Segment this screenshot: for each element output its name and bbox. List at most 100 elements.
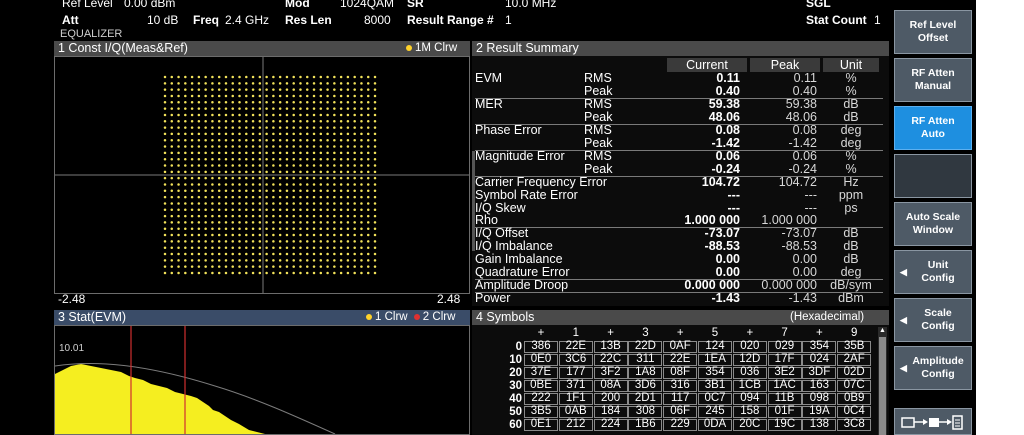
constellation-point	[306, 227, 309, 230]
constellation-point	[177, 157, 180, 161]
const-panel-title-bar[interactable]: 1 Const I/Q(Meas&Ref) 1M Clrw	[54, 41, 470, 56]
constellation-point	[204, 221, 207, 224]
constellation-point	[217, 176, 221, 180]
constellation-point	[366, 202, 370, 205]
constellation-point	[238, 126, 241, 129]
ref-level-offset-label: Ref Level Offset	[909, 19, 957, 44]
constellation-diagram[interactable]	[54, 56, 470, 294]
constellation-point	[360, 113, 363, 117]
constellation-point	[197, 107, 201, 110]
result-panel-title-bar[interactable]: 2 Result Summary	[472, 41, 889, 56]
result-unit: %	[845, 148, 857, 163]
constellation-point	[170, 164, 174, 167]
constellation-point	[333, 88, 336, 91]
ref-level-offset-softkey[interactable]: Ref Level Offset	[894, 10, 972, 54]
result-unit: ppm	[838, 187, 864, 202]
constellation-point	[217, 259, 221, 262]
constellation-point	[163, 227, 167, 230]
constellation-point	[299, 208, 302, 212]
constellation-point	[306, 138, 309, 142]
result-unit: dB	[843, 96, 859, 111]
constellation-point	[306, 170, 309, 174]
constellation-point	[258, 145, 262, 148]
constellation-point	[245, 88, 248, 91]
constellation-point	[184, 183, 187, 186]
constellation-point	[339, 195, 343, 199]
constellation-point	[190, 132, 194, 136]
constellation-point	[217, 189, 221, 193]
rf-atten-manual-softkey[interactable]: RF Atten Manual	[894, 58, 972, 102]
stat-panel-title-bar[interactable]: 3 Stat(EVM) 1 Clrw 2 Clrw	[54, 310, 470, 325]
constellation-point	[319, 120, 323, 123]
constellation-point	[197, 94, 201, 98]
constellation-point	[285, 157, 289, 161]
constellation-point	[190, 170, 194, 174]
constellation-point	[217, 202, 221, 205]
constellation-point	[285, 189, 289, 193]
signal-flow-softkey[interactable]	[894, 408, 972, 435]
constellation-point	[333, 202, 336, 205]
constellation-point	[319, 94, 323, 98]
symbol-value: 0AF	[669, 340, 691, 352]
rf-atten-auto-softkey[interactable]: RF Atten Auto	[894, 106, 972, 150]
constellation-point	[197, 88, 201, 91]
constellation-point	[292, 202, 295, 205]
constellation-point	[360, 271, 363, 275]
constellation-point	[224, 75, 228, 79]
constellation-point	[238, 259, 241, 262]
submenu-arrow-icon: ◀	[900, 314, 907, 325]
constellation-point	[373, 208, 377, 212]
constellation-point	[299, 202, 302, 205]
constellation-point	[170, 151, 174, 155]
constellation-point	[170, 240, 174, 243]
result-current-value: 0.06	[715, 148, 740, 163]
constellation-point	[258, 240, 262, 243]
unit-config-softkey[interactable]: ◀ Unit Config	[894, 250, 972, 294]
constellation-point	[326, 195, 329, 199]
symbols-panel-title-bar[interactable]: 4 Symbols (Hexadecimal)	[472, 310, 889, 325]
result-peak-value: 104.72	[778, 174, 817, 189]
constellation-point	[285, 252, 289, 256]
amplitude-config-softkey[interactable]: ◀ Amplitude Config	[894, 346, 972, 390]
splitter-handle[interactable]	[472, 151, 475, 251]
constellation-point	[353, 138, 356, 142]
symbol-value: 3D6	[634, 379, 656, 391]
constellation-point	[170, 202, 174, 205]
constellation-point	[204, 271, 207, 275]
constellation-point	[258, 246, 262, 249]
const-x-min-label: -2.48	[58, 292, 86, 306]
constellation-point	[366, 189, 370, 193]
constellation-point	[346, 132, 350, 136]
constellation-point	[360, 240, 363, 243]
constellation-point	[333, 176, 336, 180]
col-peak-header: Peak	[750, 58, 820, 72]
constellation-point	[299, 271, 302, 275]
constellation-point	[272, 132, 275, 136]
constellation-point	[170, 208, 174, 212]
symbols-scrollbar[interactable]: ▲	[878, 327, 887, 435]
constellation-point	[339, 151, 343, 155]
auto-scale-window-softkey[interactable]: Auto Scale Window	[894, 202, 972, 246]
constellation-point	[312, 265, 316, 268]
constellation-point	[204, 107, 207, 110]
constellation-point	[258, 82, 262, 85]
scroll-thumb[interactable]	[879, 337, 886, 435]
scale-config-softkey[interactable]: ◀ Scale Config	[894, 298, 972, 342]
constellation-point	[245, 113, 248, 117]
constellation-point	[251, 170, 255, 174]
res-len-label: Res Len	[285, 13, 332, 27]
constellation-point	[258, 126, 262, 129]
constellation-point	[346, 202, 350, 205]
evm-statistics-plot[interactable]: 10.01	[54, 325, 470, 435]
constellation-point	[190, 176, 194, 180]
scroll-up-icon[interactable]: ▲	[878, 327, 887, 336]
constellation-point	[319, 202, 323, 205]
constellation-point	[333, 221, 336, 224]
constellation-point	[319, 195, 323, 199]
constellation-point	[312, 170, 316, 174]
constellation-point	[272, 88, 275, 91]
constellation-point	[319, 170, 323, 174]
constellation-point	[299, 157, 302, 161]
constellation-point	[278, 75, 282, 79]
constellation-point	[278, 246, 282, 249]
